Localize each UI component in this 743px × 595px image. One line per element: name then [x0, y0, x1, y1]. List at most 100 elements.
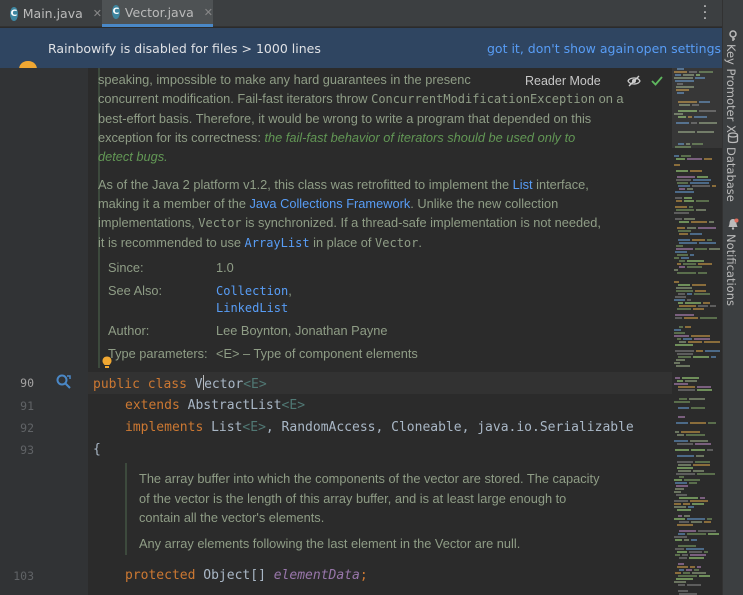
- tool-database[interactable]: Database: [724, 147, 738, 202]
- dismiss-banner-link[interactable]: got it, don't show again: [487, 41, 635, 56]
- code-minimap[interactable]: [672, 68, 722, 595]
- minimap-line: [674, 335, 689, 337]
- implemented-indicator-icon[interactable]: [56, 374, 72, 390]
- minimap-line: [674, 362, 680, 364]
- code-line-103: protected Object[] elementData;: [125, 568, 368, 583]
- minimap-line: [690, 500, 708, 502]
- minimap-line: [675, 197, 682, 199]
- minimap-line: [677, 524, 693, 526]
- minimap-line: [678, 575, 697, 577]
- minimap-line: [674, 155, 679, 157]
- code-line-91: extends AbstractList<E>: [125, 398, 306, 413]
- minimap-line: [700, 497, 705, 499]
- minimap-line: [684, 317, 698, 319]
- minimap-line: [678, 533, 685, 535]
- minimap-line: [690, 182, 709, 184]
- minimap-line: [692, 284, 706, 286]
- tab-vector-java[interactable]: C Vector.java ✕: [102, 0, 213, 27]
- minimap-line: [694, 338, 710, 340]
- more-options-icon[interactable]: · · ·: [700, 0, 710, 26]
- minimap-line: [678, 389, 695, 391]
- minimap-line: [675, 350, 694, 352]
- minimap-line: [674, 506, 686, 508]
- minimap-line: [679, 260, 685, 262]
- minimap-line: [704, 158, 712, 160]
- minimap-line: [687, 518, 705, 520]
- minimap-line: [698, 227, 716, 229]
- line-number: 92: [20, 421, 34, 435]
- minimap-line: [676, 485, 688, 487]
- minimap-line: [675, 488, 684, 490]
- minimap-line: [677, 308, 691, 310]
- minimap-line: [690, 233, 702, 235]
- minimap-line: [696, 200, 709, 202]
- minimap-line: [681, 257, 689, 259]
- minimap-line: [676, 248, 693, 250]
- minimap-line: [687, 533, 706, 535]
- minimap-line: [674, 503, 681, 505]
- minimap-line: [679, 305, 696, 307]
- minimap-line: [674, 269, 678, 271]
- minimap-line: [684, 539, 689, 541]
- minimap-line: [675, 431, 679, 433]
- tool-notifications[interactable]: Notifications: [724, 234, 738, 306]
- minimap-line: [684, 479, 700, 481]
- notification-banner: Rainbowify is disabled for files > 1000 …: [0, 28, 722, 87]
- minimap-line: [674, 281, 679, 283]
- minimap-line: [693, 356, 709, 358]
- minimap-line: [675, 449, 689, 451]
- minimap-line: [690, 566, 695, 568]
- minimap-line: [675, 218, 682, 220]
- tab-label: Main.java: [22, 6, 83, 21]
- minimap-line: [693, 464, 710, 466]
- minimap-line: [676, 200, 682, 202]
- minimap-line: [677, 254, 688, 256]
- doc-link-linkedlist[interactable]: LinkedList: [216, 301, 288, 315]
- doc-link-collection[interactable]: Collection: [216, 284, 288, 298]
- tool-key-promoter-x[interactable]: Key Promoter X: [724, 44, 738, 133]
- minimap-line: [698, 272, 707, 274]
- minimap-line: [679, 398, 687, 400]
- close-icon[interactable]: ✕: [93, 7, 102, 20]
- tab-main-java[interactable]: C Main.java ✕: [0, 0, 102, 27]
- minimap-viewport[interactable]: [672, 68, 722, 148]
- minimap-line: [676, 359, 685, 361]
- doc-paragraph: speaking, impossible to make any hard gu…: [98, 72, 624, 164]
- doc-link-list[interactable]: List: [513, 177, 533, 192]
- minimap-line: [711, 356, 716, 358]
- minimap-line: [674, 479, 682, 481]
- minimap-line: [690, 422, 706, 424]
- minimap-line: [691, 407, 705, 409]
- close-icon[interactable]: ✕: [204, 6, 213, 19]
- minimap-line: [677, 353, 693, 355]
- minimap-line: [679, 233, 688, 235]
- minimap-line: [675, 206, 687, 208]
- minimap-line: [677, 338, 681, 340]
- line-number: 90: [20, 376, 34, 390]
- minimap-line: [678, 293, 685, 295]
- minimap-line: [700, 317, 717, 319]
- minimap-line: [704, 551, 708, 553]
- minimap-line: [708, 533, 719, 535]
- editor-tab-bar: C Main.java ✕ C Vector.java ✕ · · ·: [0, 0, 722, 27]
- minimap-line: [679, 569, 684, 571]
- minimap-line: [691, 521, 702, 523]
- minimap-line: [683, 338, 692, 340]
- minimap-line: [677, 263, 681, 265]
- doc-link-arraylist[interactable]: ArrayList: [245, 236, 310, 250]
- minimap-line: [677, 509, 691, 511]
- doc-link-collections-framework[interactable]: Java Collections Framework: [250, 196, 411, 211]
- minimap-line: [687, 158, 702, 160]
- minimap-line: [675, 251, 687, 253]
- minimap-line: [695, 290, 706, 292]
- minimap-line: [691, 335, 710, 337]
- minimap-line: [678, 563, 684, 565]
- open-settings-link[interactable]: open settings: [636, 41, 721, 56]
- minimap-line: [698, 530, 716, 532]
- code-editor[interactable]: Reader Mode speaking, impossible to make…: [88, 68, 672, 595]
- minimap-line: [675, 482, 687, 484]
- minimap-line: [710, 305, 716, 307]
- minimap-line: [696, 350, 703, 352]
- minimap-line: [704, 341, 720, 343]
- minimap-line: [675, 191, 694, 193]
